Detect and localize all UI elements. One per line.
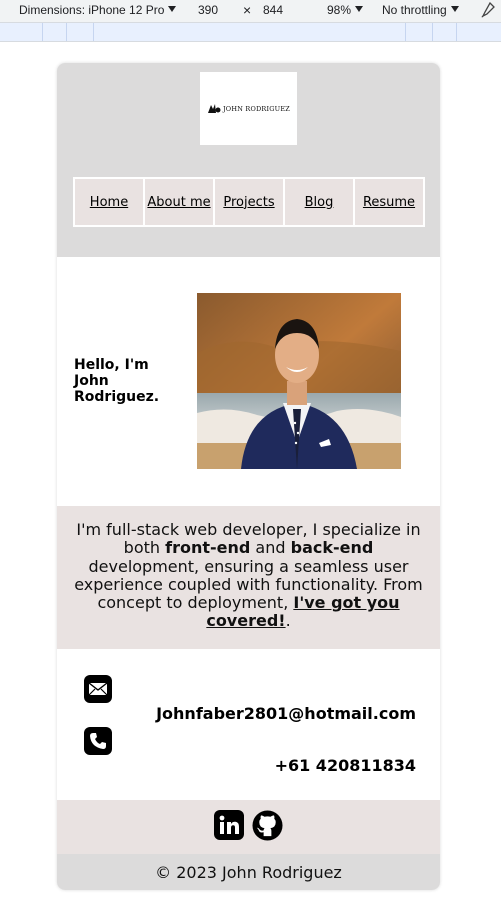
nav-about-me[interactable]: About me <box>145 177 215 227</box>
throttling-select[interactable]: No throttling <box>382 3 459 17</box>
devtools-toolbar: Dimensions: iPhone 12 Pro 390 × 844 98% … <box>0 0 501 23</box>
main-nav: Home About me Projects Blog Resume <box>73 177 425 227</box>
github-icon[interactable] <box>252 809 283 845</box>
about-text-and: and <box>250 538 291 558</box>
site-footer: © 2023 John Rodriguez <box>57 854 440 890</box>
device-select[interactable]: Dimensions: iPhone 12 Pro <box>19 3 177 17</box>
site-header: JOHN RODRIGUEZ Home About me Projects Bl… <box>57 63 440 257</box>
phone-icon[interactable] <box>84 727 112 755</box>
about-back-end: back-end <box>290 538 374 558</box>
width-input[interactable]: 390 <box>198 3 218 17</box>
logo-mark-icon <box>208 104 221 113</box>
hero-section: Hello, I'm John Rodriguez. <box>57 257 440 506</box>
media-query-ruler <box>0 23 501 42</box>
mobile-viewport: JOHN RODRIGUEZ Home About me Projects Bl… <box>57 63 440 890</box>
chevron-down-icon <box>450 6 459 12</box>
linkedin-icon[interactable] <box>214 810 244 844</box>
nav-projects[interactable]: Projects <box>215 177 285 227</box>
sensors-icon[interactable] <box>481 1 495 21</box>
about-section: I'm full-stack web developer, I speciali… <box>57 506 440 649</box>
height-input[interactable]: 844 <box>263 3 283 17</box>
chevron-down-icon <box>168 6 177 12</box>
chevron-down-icon <box>355 6 364 12</box>
device-select-label: Dimensions: iPhone 12 Pro <box>19 3 165 17</box>
nav-resume[interactable]: Resume <box>355 177 425 227</box>
mail-icon[interactable] <box>84 675 112 703</box>
contact-section: Johnfaber2801@hotmail.com +61 420811834 <box>57 649 440 800</box>
nav-home[interactable]: Home <box>73 177 145 227</box>
about-text-end: . <box>285 611 291 631</box>
phone-link[interactable]: +61 420811834 <box>275 756 416 775</box>
zoom-select[interactable]: 98% <box>327 3 364 17</box>
throttling-label: No throttling <box>382 3 447 17</box>
email-link[interactable]: Johnfaber2801@hotmail.com <box>156 704 416 723</box>
about-front-end: front-end <box>165 538 251 558</box>
copyright-text: © 2023 John Rodriguez <box>155 862 342 882</box>
zoom-label: 98% <box>327 3 352 17</box>
nav-blog[interactable]: Blog <box>285 177 355 227</box>
social-links <box>57 800 440 854</box>
times-sign: × <box>243 2 252 18</box>
about-text: I'm full-stack web developer, I speciali… <box>71 520 426 631</box>
site-logo[interactable]: JOHN RODRIGUEZ <box>200 72 297 145</box>
hero-greeting: Hello, I'm John Rodriguez. <box>74 357 160 405</box>
profile-photo <box>197 293 401 469</box>
logo-text: JOHN RODRIGUEZ <box>223 104 290 113</box>
